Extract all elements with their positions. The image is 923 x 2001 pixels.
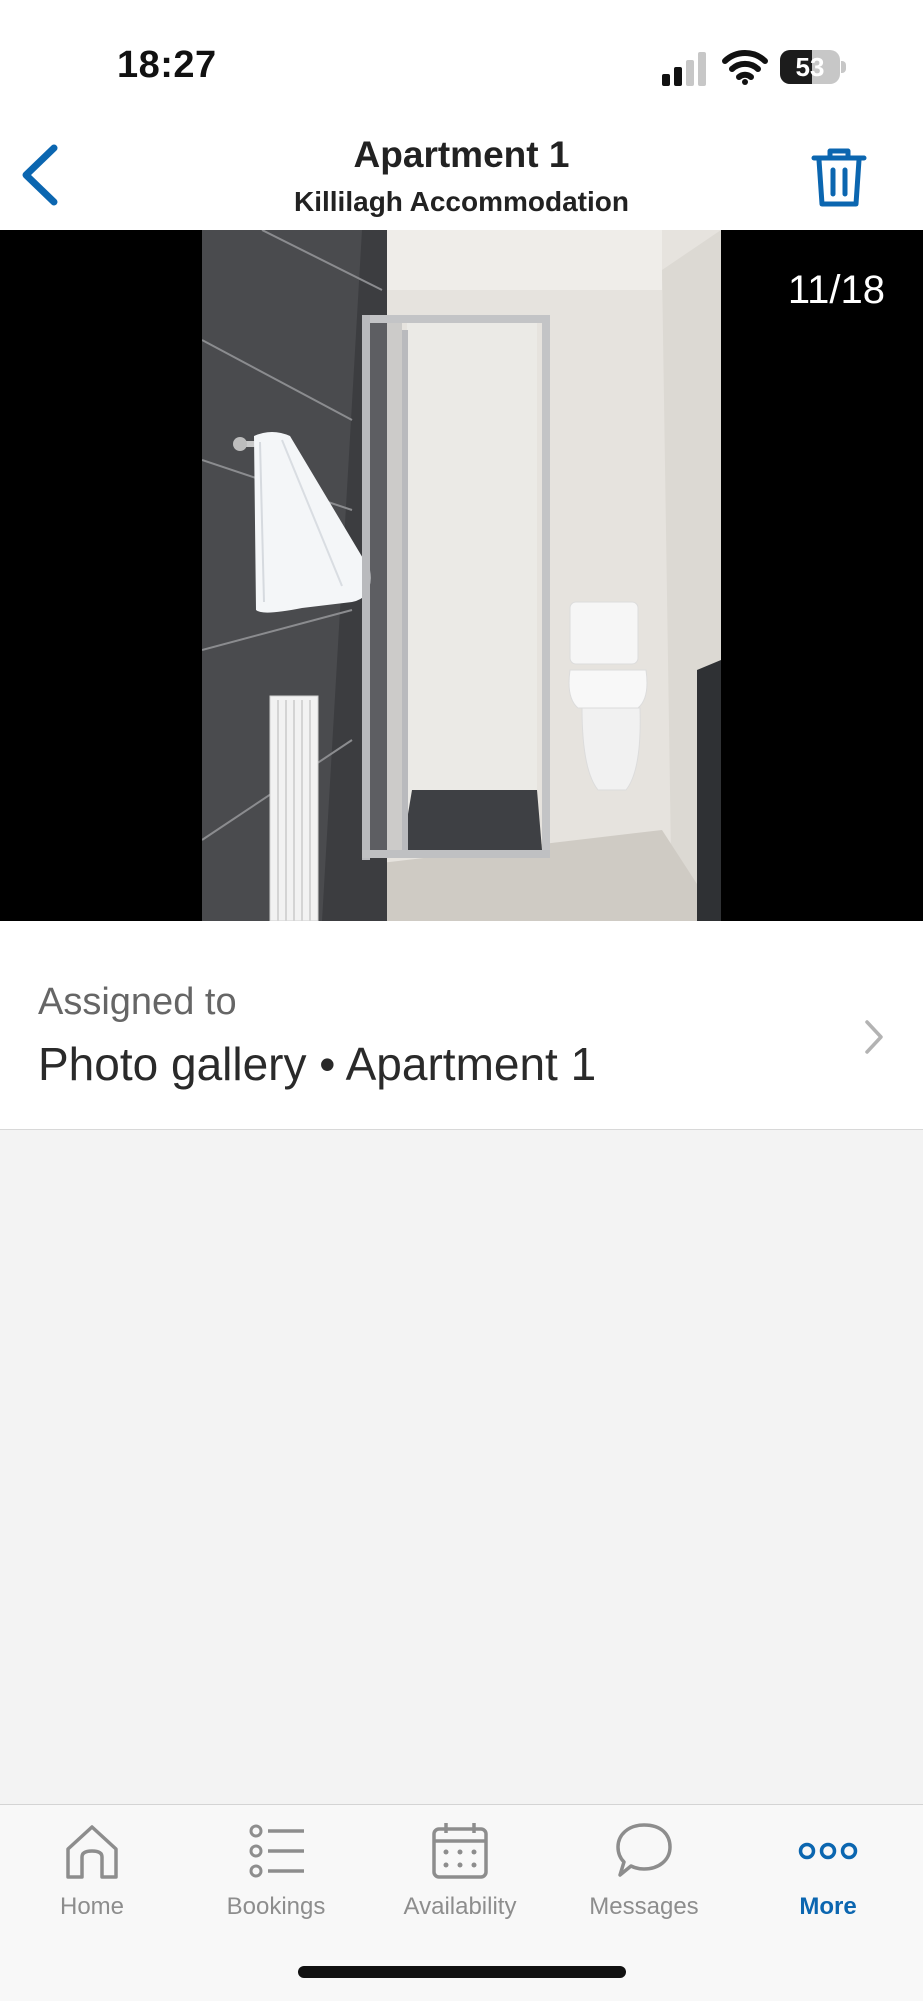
tab-messages[interactable]: Messages bbox=[552, 1805, 736, 1955]
trash-icon bbox=[811, 148, 867, 207]
home-indicator[interactable] bbox=[298, 1966, 626, 1978]
assignment-value: Photo gallery • Apartment 1 bbox=[38, 1038, 597, 1090]
tab-bookings[interactable]: Bookings bbox=[184, 1805, 368, 1955]
photo-viewer[interactable]: 11/18 bbox=[0, 230, 923, 921]
chevron-right-icon bbox=[865, 1020, 883, 1054]
assignment-row[interactable]: Assigned to Photo gallery • Apartment 1 bbox=[0, 921, 923, 1130]
battery-icon: 53 bbox=[780, 50, 846, 84]
assignment-label: Assigned to bbox=[38, 981, 237, 1023]
signal-icon bbox=[662, 52, 706, 86]
tab-availability-label: Availability bbox=[403, 1893, 517, 1920]
list-icon bbox=[249, 1824, 304, 1878]
page-title: Apartment 1 bbox=[353, 134, 570, 175]
tab-more-label: More bbox=[799, 1893, 857, 1920]
delete-button[interactable] bbox=[808, 144, 870, 210]
status-time: 18:27 bbox=[117, 44, 217, 86]
photo-counter: 11/18 bbox=[787, 268, 885, 312]
tab-more[interactable]: More bbox=[736, 1805, 920, 1955]
page-subtitle: Killilagh Accommodation bbox=[294, 186, 629, 217]
tab-bookings-label: Bookings bbox=[226, 1893, 326, 1920]
home-icon bbox=[66, 1825, 118, 1879]
nav-header: Apartment 1 Killilagh Accommodation bbox=[0, 120, 923, 230]
status-bar: 18:27 53 bbox=[0, 0, 923, 120]
bathroom-photo bbox=[202, 230, 721, 921]
calendar-icon bbox=[432, 1823, 488, 1879]
more-dots-icon bbox=[798, 1842, 858, 1860]
wifi-icon bbox=[722, 50, 768, 85]
chat-bubble-icon bbox=[616, 1823, 672, 1877]
tab-home[interactable]: Home bbox=[0, 1805, 184, 1955]
tab-messages-label: Messages bbox=[589, 1893, 699, 1920]
tab-home-label: Home bbox=[59, 1893, 125, 1920]
battery-level: 53 bbox=[795, 52, 825, 82]
tab-availability[interactable]: Availability bbox=[368, 1805, 552, 1955]
